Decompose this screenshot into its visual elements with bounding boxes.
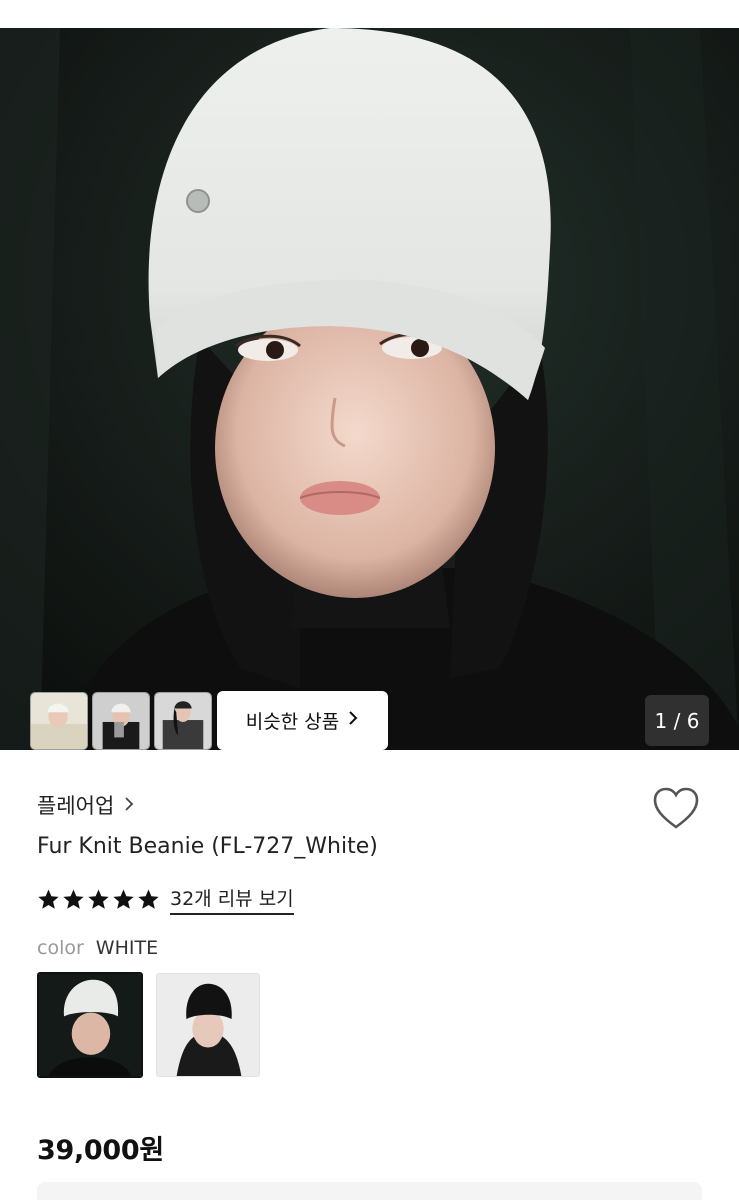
color-swatch-black[interactable] xyxy=(156,973,260,1077)
option-select-box[interactable] xyxy=(37,1182,702,1200)
color-value: WHITE xyxy=(95,937,159,959)
hero-photo xyxy=(0,28,739,750)
brand-link[interactable]: 플레어업 xyxy=(37,790,134,820)
brand-name: 플레어업 xyxy=(37,794,115,818)
chevron-right-icon xyxy=(347,710,359,731)
product-price: 39,000원 xyxy=(37,1135,164,1166)
gallery-thumbnail[interactable] xyxy=(154,692,212,750)
thumbnail-image xyxy=(155,693,211,749)
thumbnail-image xyxy=(93,693,149,749)
star-icon xyxy=(63,889,84,909)
heart-outline-icon[interactable] xyxy=(652,787,700,831)
chevron-right-icon xyxy=(124,795,134,816)
swatch-image xyxy=(39,974,141,1076)
review-link[interactable]: 32개 리뷰 보기 xyxy=(170,884,294,915)
color-swatch-white[interactable] xyxy=(37,972,143,1078)
star-rating xyxy=(37,888,160,911)
similar-products-label: 비슷한 상품 xyxy=(245,711,340,733)
product-title: Fur Knit Beanie (FL-727_White) xyxy=(37,834,378,859)
image-counter: 1 / 6 xyxy=(645,695,709,746)
rating-row: 32개 리뷰 보기 xyxy=(37,884,294,915)
color-label: color xyxy=(37,937,84,959)
star-icon xyxy=(113,889,134,909)
gallery-thumbnail[interactable] xyxy=(92,692,150,750)
similar-products-button[interactable]: 비슷한 상품 xyxy=(217,691,388,750)
thumbnail-image xyxy=(31,693,87,749)
gallery-thumbnail[interactable] xyxy=(30,692,88,750)
star-icon xyxy=(38,889,59,909)
color-row: color WHITE xyxy=(37,937,158,959)
star-icon xyxy=(88,889,109,909)
product-hero-image[interactable]: 비슷한 상품 1 / 6 xyxy=(0,28,739,750)
swatch-image xyxy=(157,974,259,1076)
top-strip xyxy=(0,0,739,28)
star-icon xyxy=(138,889,159,909)
